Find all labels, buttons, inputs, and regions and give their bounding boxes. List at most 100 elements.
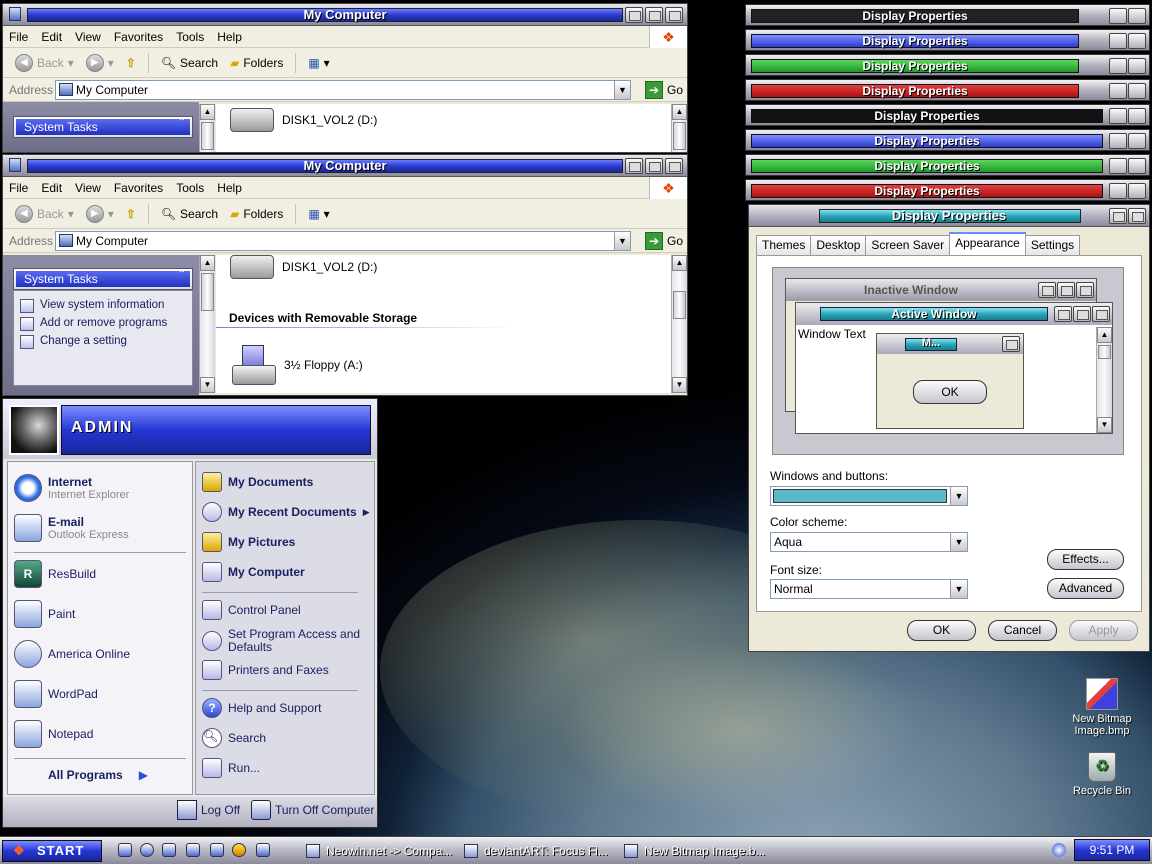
menu-view[interactable]: View xyxy=(75,181,101,195)
effects-button[interactable]: Effects... xyxy=(1047,549,1124,570)
pinned-email[interactable]: E-mail Outlook Express xyxy=(14,514,129,542)
menu-help[interactable]: Help xyxy=(217,181,242,195)
collapse-chevron-icon[interactable]: ⌃ xyxy=(178,117,186,128)
tab-screen-saver[interactable]: Screen Saver xyxy=(865,235,951,255)
help-button[interactable] xyxy=(1109,208,1127,224)
windows-buttons-select[interactable]: ▼ xyxy=(770,486,968,506)
up-button[interactable]: ⇧ xyxy=(122,56,140,70)
scroll-up-arrow[interactable]: ▲ xyxy=(672,255,687,271)
forward-button[interactable]: ▶ ▾ xyxy=(82,53,118,72)
maximize-button[interactable] xyxy=(645,7,663,23)
maximize-button[interactable] xyxy=(1109,183,1127,199)
maximize-button[interactable] xyxy=(1109,133,1127,149)
scroll-thumb[interactable] xyxy=(673,122,686,150)
display-properties-bar[interactable]: Display Properties xyxy=(745,54,1150,76)
maximize-button[interactable] xyxy=(1109,158,1127,174)
maximize-button[interactable] xyxy=(1109,83,1127,99)
menu-edit[interactable]: Edit xyxy=(41,181,62,195)
system-tasks-header[interactable]: System Tasks ⌃ xyxy=(13,268,193,290)
scroll-thumb[interactable] xyxy=(201,273,214,311)
task-pane-scrollbar[interactable]: ▲ ▼ xyxy=(199,255,215,393)
system-tasks-header[interactable]: System Tasks ⌃ xyxy=(13,116,193,138)
my-computer[interactable]: My Computer xyxy=(202,562,305,582)
scroll-up-arrow[interactable]: ▲ xyxy=(200,255,215,271)
close-button[interactable] xyxy=(1128,158,1146,174)
turn-off-button[interactable]: Turn Off Computer xyxy=(251,800,374,820)
go-button[interactable]: ➔ Go xyxy=(644,232,683,250)
quicklaunch-icon[interactable] xyxy=(210,843,224,857)
my-pictures[interactable]: My Pictures xyxy=(202,532,295,552)
explorer-window-back[interactable]: My Computer File Edit View Favorites Too… xyxy=(2,3,688,153)
menu-view[interactable]: View xyxy=(75,30,101,44)
start-button[interactable]: ❖ START xyxy=(2,840,102,862)
dropdown-arrow-icon[interactable]: ▼ xyxy=(950,533,967,551)
scroll-thumb[interactable] xyxy=(673,291,686,319)
tab-desktop[interactable]: Desktop xyxy=(810,235,867,255)
close-button[interactable] xyxy=(665,7,683,23)
back-button[interactable]: ◀ Back ▾ xyxy=(11,53,78,72)
close-button[interactable] xyxy=(665,158,683,174)
run[interactable]: Run... xyxy=(202,758,260,778)
scroll-down-arrow[interactable]: ▼ xyxy=(200,377,215,393)
cancel-button[interactable]: Cancel xyxy=(988,620,1057,641)
title-bar[interactable]: My Computer xyxy=(3,155,687,177)
scroll-down-arrow[interactable]: ▼ xyxy=(672,377,687,393)
address-input[interactable]: My Computer ▼ xyxy=(55,231,631,251)
drive-d[interactable]: DISK1_VOL2 (D:) xyxy=(230,108,377,132)
close-button[interactable] xyxy=(1128,33,1146,49)
folders-button[interactable]: ▰ Folders xyxy=(226,207,287,221)
close-button[interactable] xyxy=(1128,208,1146,224)
dropdown-arrow-icon[interactable]: ▼ xyxy=(950,487,967,505)
search-button[interactable]: 🔍︎ Search xyxy=(157,207,222,221)
media-player-icon[interactable] xyxy=(232,843,246,857)
file-list-scrollbar[interactable]: ▲ ▼ xyxy=(671,255,687,393)
maximize-button[interactable] xyxy=(1109,108,1127,124)
display-properties-bar[interactable]: Display Properties xyxy=(745,79,1150,101)
tab-themes[interactable]: Themes xyxy=(756,235,812,255)
close-button[interactable] xyxy=(1128,108,1146,124)
scroll-up-arrow[interactable]: ▲ xyxy=(672,104,687,120)
search-button[interactable]: 🔍︎ Search xyxy=(157,56,222,70)
all-programs[interactable]: All Programs ▶ xyxy=(48,768,148,782)
desktop-icon-bitmap[interactable]: New Bitmap Image.bmp xyxy=(1062,678,1142,737)
tab-appearance[interactable]: Appearance xyxy=(949,232,1026,255)
internet-explorer-icon[interactable] xyxy=(140,843,154,857)
minimize-button[interactable] xyxy=(625,7,643,23)
menu-file[interactable]: File xyxy=(9,181,28,195)
menu-help[interactable]: Help xyxy=(217,30,242,44)
log-off-button[interactable]: Log Off xyxy=(177,800,240,820)
ok-button[interactable]: OK xyxy=(907,620,976,641)
menu-tools[interactable]: Tools xyxy=(176,30,204,44)
floppy-a[interactable]: 3½ Floppy (A:) xyxy=(232,345,363,385)
maximize-button[interactable] xyxy=(1109,33,1127,49)
close-button[interactable] xyxy=(1128,8,1146,24)
dropdown-arrow-icon[interactable]: ▼ xyxy=(950,580,967,598)
display-properties-bar[interactable]: Display Properties xyxy=(745,29,1150,51)
scroll-up-arrow[interactable]: ▲ xyxy=(200,104,215,120)
my-documents[interactable]: My Documents xyxy=(202,472,313,492)
menu-file[interactable]: File xyxy=(9,30,28,44)
drive-d[interactable]: DISK1_VOL2 (D:) xyxy=(230,255,377,279)
quicklaunch-icon[interactable] xyxy=(186,843,200,857)
color-scheme-select[interactable]: Aqua ▼ xyxy=(770,532,968,552)
maximize-button[interactable] xyxy=(645,158,663,174)
my-recent-documents[interactable]: My Recent Documents ▶ xyxy=(202,502,370,522)
recent-america-online[interactable]: America Online xyxy=(14,640,130,668)
control-panel[interactable]: Control Panel xyxy=(202,600,301,620)
collapse-chevron-icon[interactable]: ⌃ xyxy=(178,269,186,280)
display-properties-bar[interactable]: Display Properties xyxy=(745,129,1150,151)
quicklaunch-icon[interactable] xyxy=(256,843,270,857)
advanced-button[interactable]: Advanced xyxy=(1047,578,1124,599)
address-input[interactable]: My Computer ▼ xyxy=(55,80,631,100)
title-bar[interactable]: Display Properties xyxy=(749,205,1149,227)
views-button[interactable]: ▦ ▾ xyxy=(304,207,333,221)
printers-and-faxes[interactable]: Printers and Faxes xyxy=(202,660,329,680)
close-button[interactable] xyxy=(1128,183,1146,199)
task-view-system-info[interactable]: View system information xyxy=(14,297,192,315)
close-button[interactable] xyxy=(1128,83,1146,99)
title-bar[interactable]: My Computer xyxy=(3,4,687,26)
user-avatar[interactable] xyxy=(9,405,59,455)
up-button[interactable]: ⇧ xyxy=(122,207,140,221)
task-pane-scrollbar[interactable]: ▲ xyxy=(199,104,215,152)
tray-icon[interactable] xyxy=(1052,843,1066,857)
